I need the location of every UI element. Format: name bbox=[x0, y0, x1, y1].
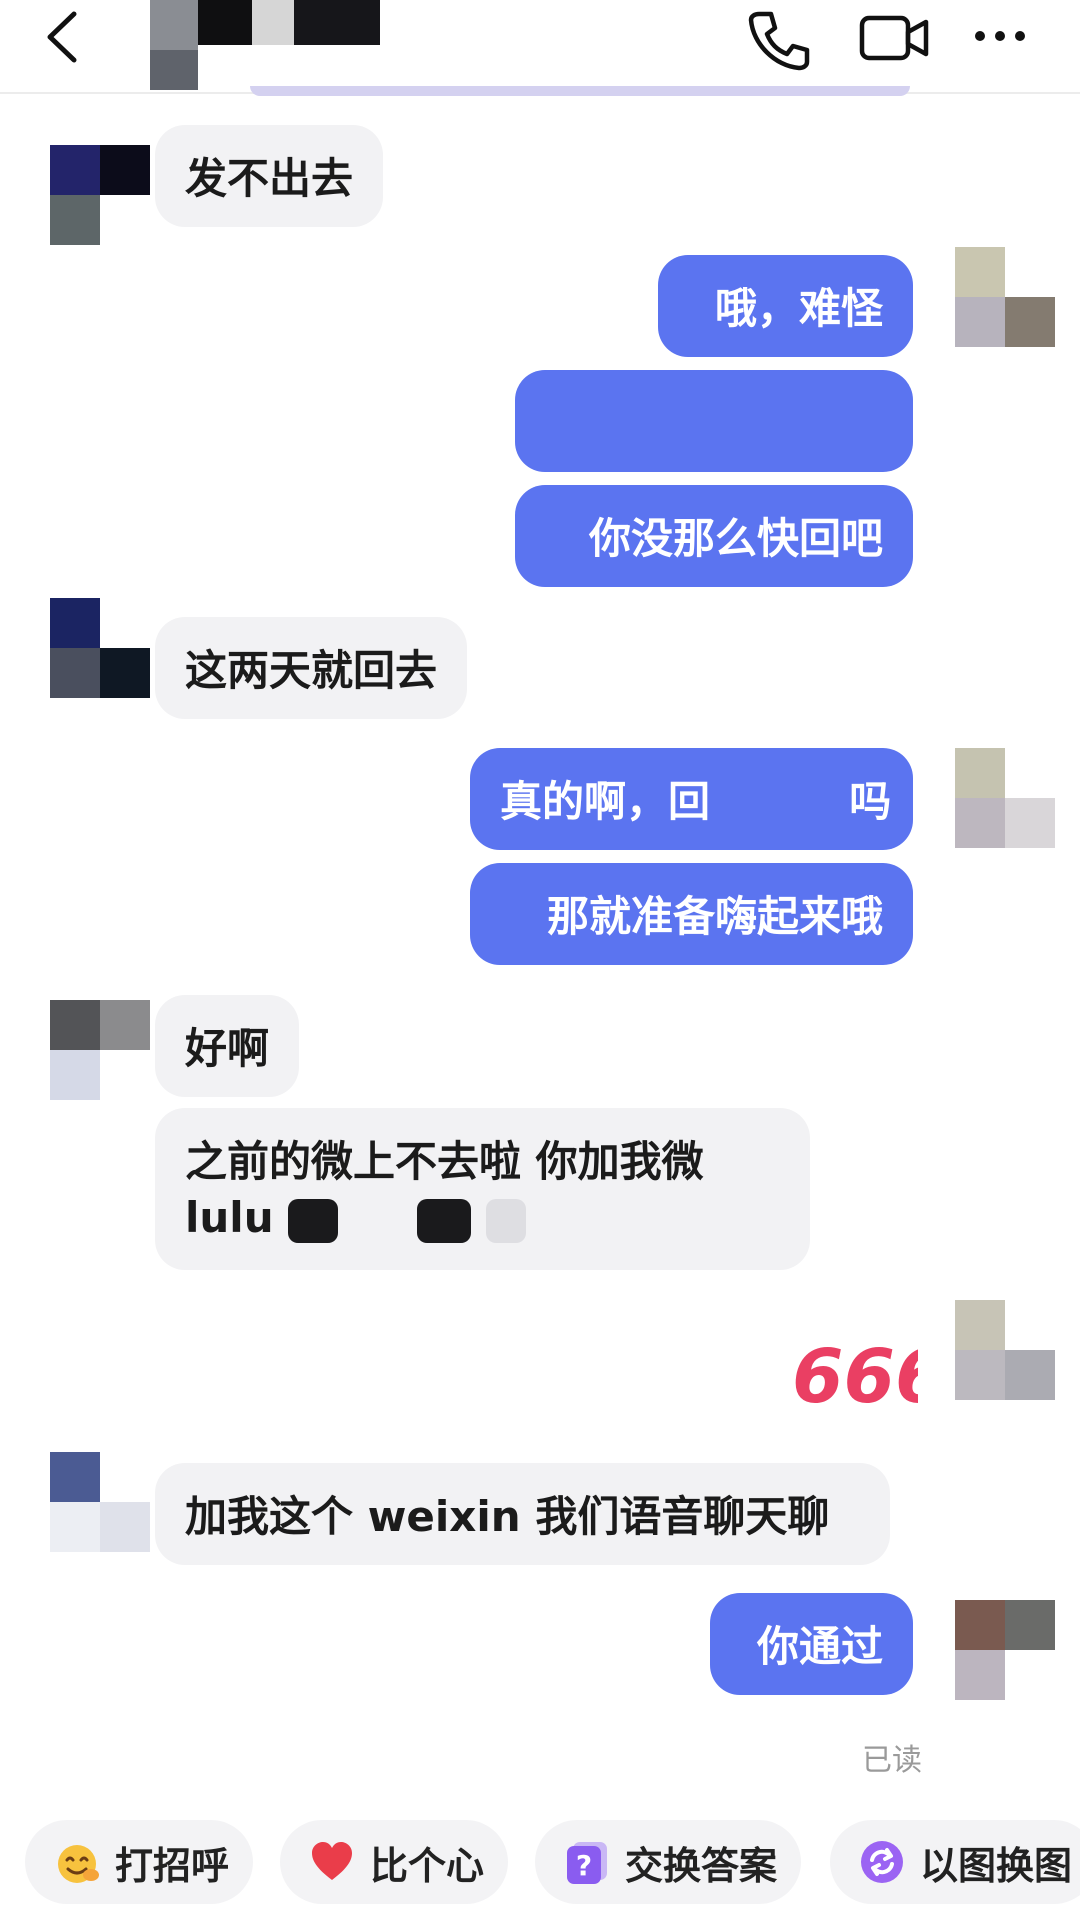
phone-icon[interactable] bbox=[745, 6, 813, 74]
redacted-text bbox=[288, 1198, 339, 1243]
quick-reply-image-swap[interactable]: 以图换图 bbox=[830, 1820, 1080, 1904]
my-avatar[interactable] bbox=[955, 247, 1055, 347]
contact-avatar[interactable] bbox=[50, 1452, 150, 1552]
message-text: 你通过 bbox=[756, 1622, 883, 1671]
message-text: 加我这个 weixin 我们语音聊天聊 bbox=[185, 1492, 830, 1541]
previous-message-edge bbox=[250, 86, 910, 96]
message-text-part: 真的啊，回 bbox=[500, 777, 711, 826]
read-receipt: 已读 bbox=[862, 1743, 922, 1778]
contact-avatar[interactable] bbox=[50, 145, 150, 245]
message-text: 那就准备嗨起来哦 bbox=[546, 892, 883, 941]
quick-reply-label: 打招呼 bbox=[115, 1843, 230, 1888]
quick-reply-heart[interactable]: 比个心 bbox=[280, 1820, 509, 1904]
message-text: 好啊 bbox=[185, 1024, 270, 1073]
redacted-text bbox=[352, 1198, 403, 1243]
quick-reply-label: 以图换图 bbox=[920, 1843, 1073, 1888]
message-text: 发不出去 bbox=[185, 154, 354, 203]
outgoing-message-bubble[interactable]: 你通过 bbox=[710, 1593, 913, 1695]
heart-icon bbox=[312, 1842, 352, 1880]
contact-avatar[interactable] bbox=[50, 598, 150, 698]
message-text: 这两天就回去 bbox=[185, 646, 438, 695]
svg-text:?: ? bbox=[576, 1849, 592, 1882]
incoming-message-bubble[interactable]: 这两天就回去 bbox=[155, 617, 468, 719]
outgoing-message-bubble[interactable]: 真的啊，回 吗 bbox=[470, 748, 913, 850]
message-text: 你没那么快回吧 bbox=[588, 514, 883, 563]
redacted-text bbox=[486, 1198, 527, 1243]
quick-reply-label: 交换答案 bbox=[625, 1843, 778, 1888]
outgoing-message-bubble[interactable]: 哦，难怪 bbox=[658, 255, 913, 357]
contact-avatar[interactable] bbox=[50, 1000, 150, 1100]
quick-reply-label: 比个心 bbox=[370, 1843, 485, 1888]
quick-reply-exchange-answers[interactable]: ? 交换答案 bbox=[535, 1820, 802, 1904]
question-card-icon: ? bbox=[567, 1842, 607, 1884]
video-camera-icon[interactable] bbox=[858, 10, 930, 66]
my-avatar[interactable] bbox=[955, 748, 1055, 848]
redacted-text bbox=[417, 1198, 472, 1243]
message-text-part: 吗 bbox=[849, 777, 892, 826]
incoming-message-bubble[interactable]: 好啊 bbox=[155, 995, 300, 1097]
chevron-left-icon[interactable] bbox=[38, 6, 94, 68]
waving-hand-emoji-icon bbox=[58, 1845, 99, 1883]
message-text-line: lulu bbox=[185, 1193, 274, 1242]
chat-header bbox=[0, 0, 1080, 94]
image-swap-icon bbox=[861, 1841, 903, 1883]
message-text: 哦，难怪 bbox=[714, 284, 883, 333]
outgoing-message-bubble[interactable]: 那就准备嗨起来哦 bbox=[470, 863, 913, 965]
my-avatar[interactable] bbox=[955, 1600, 1055, 1700]
quick-reply-bar: 打招呼 比个心 ? 交换答案 以图换图 bbox=[0, 1808, 1080, 1918]
incoming-message-bubble[interactable]: 加我这个 weixin 我们语音聊天聊 bbox=[155, 1463, 890, 1565]
message-text-line: 之前的微上不去啦 你加我微 bbox=[185, 1137, 704, 1186]
more-dots-icon[interactable] bbox=[970, 6, 1030, 66]
666-sticker[interactable]: 666 bbox=[788, 1332, 919, 1417]
contact-name-redacted[interactable] bbox=[150, 0, 410, 90]
outgoing-message-bubble[interactable]: 你没那么快回吧 bbox=[515, 485, 913, 587]
svg-text:666: 666 bbox=[792, 1334, 918, 1416]
incoming-message-bubble[interactable]: 之前的微上不去啦 你加我微 lulu bbox=[155, 1108, 810, 1270]
quick-reply-wave[interactable]: 打招呼 bbox=[25, 1820, 254, 1904]
my-avatar[interactable] bbox=[955, 1300, 1055, 1400]
incoming-message-bubble[interactable]: 发不出去 bbox=[155, 125, 384, 227]
redacted-text bbox=[725, 783, 835, 827]
outgoing-message-bubble-redacted[interactable] bbox=[515, 370, 913, 472]
